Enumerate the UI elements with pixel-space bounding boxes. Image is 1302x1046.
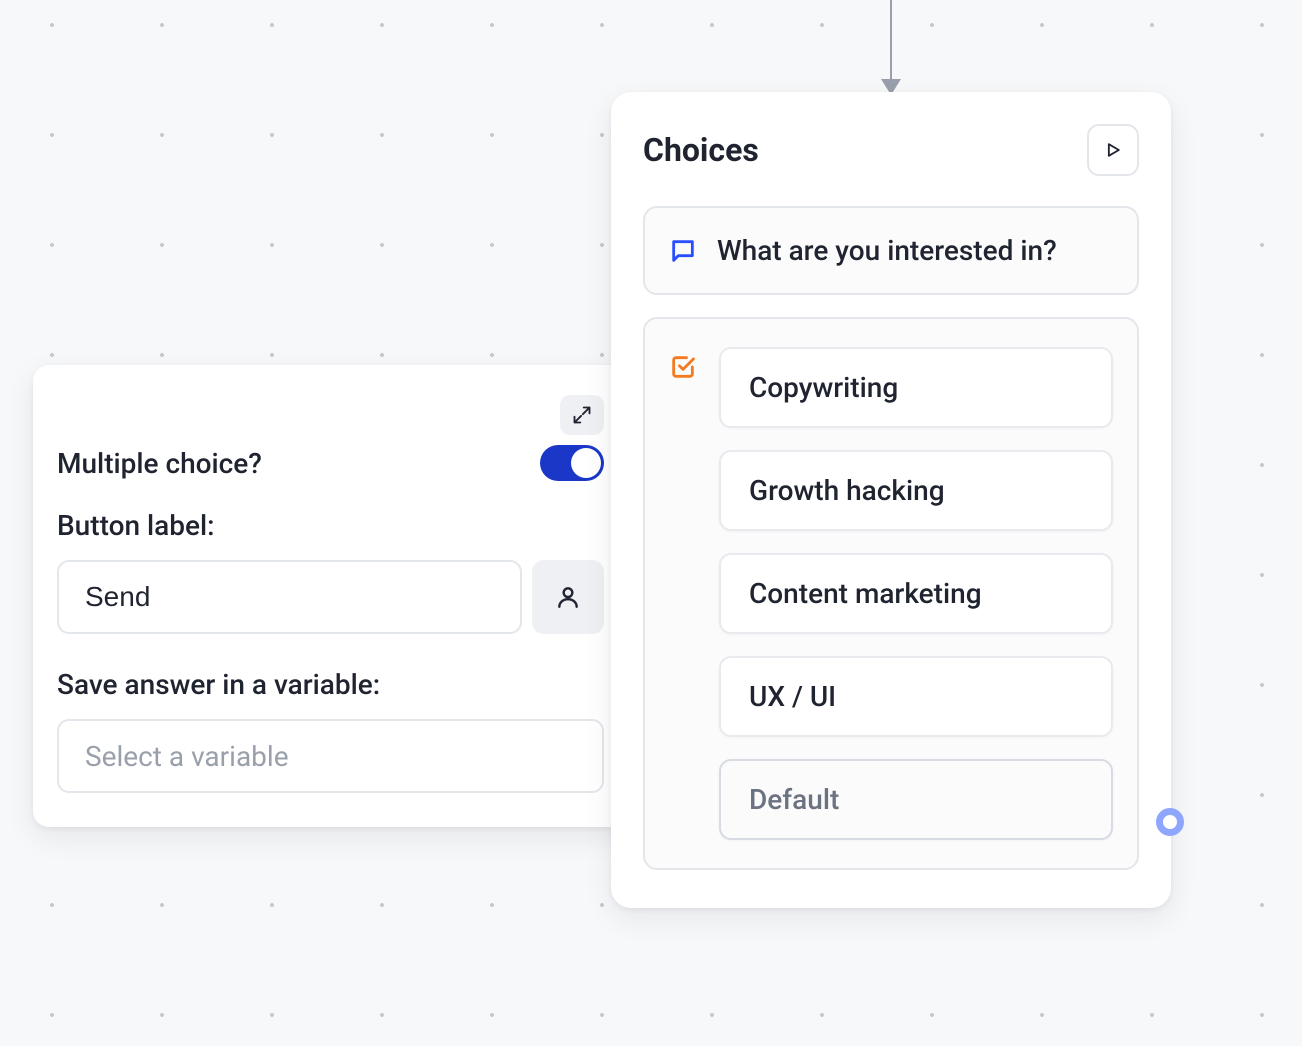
expand-panel-button[interactable] <box>560 395 604 435</box>
checkbox-icon <box>669 353 697 381</box>
question-text: What are you interested in? <box>717 234 1057 267</box>
answer-option[interactable]: Content marketing <box>719 553 1113 634</box>
answer-default-option[interactable]: Default <box>719 759 1113 840</box>
choices-node[interactable]: Choices What are you interested in? Copy… <box>611 92 1171 908</box>
node-title: Choices <box>643 131 759 169</box>
answer-option[interactable]: UX / UI <box>719 656 1113 737</box>
answer-option[interactable]: Growth hacking <box>719 450 1113 531</box>
button-label-input[interactable] <box>57 560 522 634</box>
answer-option[interactable]: Copywriting <box>719 347 1113 428</box>
output-port[interactable] <box>1156 808 1184 836</box>
variable-select-placeholder: Select a variable <box>85 740 289 773</box>
question-block[interactable]: What are you interested in? <box>643 206 1139 295</box>
person-icon <box>555 584 581 610</box>
expand-icon <box>572 405 592 425</box>
preview-button[interactable] <box>1087 124 1139 176</box>
answers-list: Copywriting Growth hacking Content marke… <box>719 347 1113 840</box>
toggle-knob <box>571 448 601 478</box>
variable-select[interactable]: Select a variable <box>57 719 604 793</box>
multiple-choice-label: Multiple choice? <box>57 447 262 480</box>
save-variable-field-label: Save answer in a variable: <box>57 668 604 701</box>
play-icon <box>1103 140 1123 160</box>
answers-block[interactable]: Copywriting Growth hacking Content marke… <box>643 317 1139 870</box>
incoming-edge-line <box>890 0 892 85</box>
settings-panel: Multiple choice? Button label: Save answ… <box>33 365 628 827</box>
multiple-choice-toggle[interactable] <box>540 445 604 481</box>
personalize-button[interactable] <box>532 560 604 634</box>
chat-icon <box>669 237 697 265</box>
button-label-field-label: Button label: <box>57 509 604 542</box>
